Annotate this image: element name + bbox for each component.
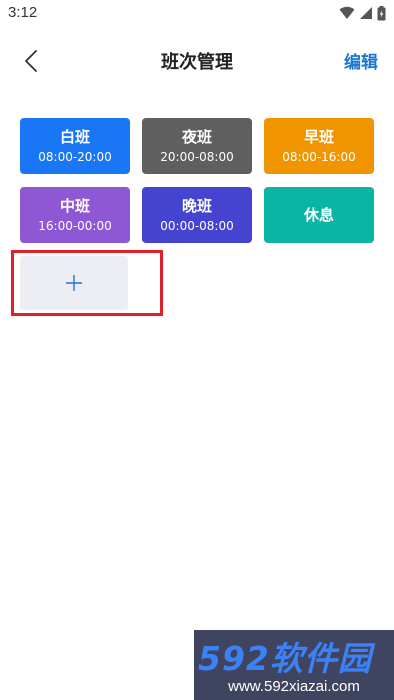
watermark-logo: 592软件园 xyxy=(198,639,372,678)
shift-card-middle[interactable]: 中班 16:00-00:00 xyxy=(20,187,130,243)
shift-card-night[interactable]: 夜班 20:00-08:00 xyxy=(142,118,252,174)
status-bar: 3:12 xyxy=(0,0,394,28)
page-title: 班次管理 xyxy=(161,52,233,73)
edit-button[interactable]: 编辑 xyxy=(344,48,378,73)
shift-card-rest[interactable]: 休息 xyxy=(264,187,374,243)
shift-name: 中班 xyxy=(59,196,90,215)
battery-icon xyxy=(377,5,386,20)
screen: 3:12 班次管理 编辑 白班 08:00-20:00 夜班 20:00-08:… xyxy=(0,0,394,700)
add-shift-button[interactable] xyxy=(20,256,128,310)
header: 班次管理 编辑 xyxy=(0,38,394,82)
shift-card-morning[interactable]: 早班 08:00-16:00 xyxy=(264,118,374,174)
shift-time: 16:00-00:00 xyxy=(38,218,112,233)
shift-time: 00:00-08:00 xyxy=(160,218,234,233)
shift-name: 早班 xyxy=(303,127,334,146)
shift-time: 08:00-16:00 xyxy=(282,149,356,164)
shift-card-day[interactable]: 白班 08:00-20:00 xyxy=(20,118,130,174)
watermark-url: www.592xiazai.com xyxy=(228,678,360,695)
wifi-icon xyxy=(339,6,355,19)
shift-name: 白班 xyxy=(59,127,90,146)
shift-name: 休息 xyxy=(303,206,334,224)
plus-icon xyxy=(66,275,82,291)
shift-name: 晚班 xyxy=(181,196,212,215)
shift-time: 08:00-20:00 xyxy=(38,149,112,164)
shift-name: 夜班 xyxy=(181,127,212,146)
shift-card-evening[interactable]: 晚班 00:00-08:00 xyxy=(142,187,252,243)
status-time: 3:12 xyxy=(8,4,38,21)
shift-time: 20:00-08:00 xyxy=(160,149,234,164)
watermark: 592软件园 www.592xiazai.com xyxy=(194,630,394,700)
signal-icon xyxy=(360,7,372,19)
status-icons xyxy=(339,5,386,21)
